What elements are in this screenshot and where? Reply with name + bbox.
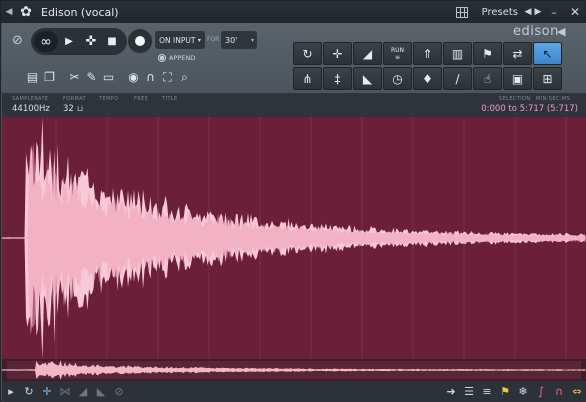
clock-icon[interactable]: ◷ [383,67,412,90]
decay-icon[interactable]: ◣ [353,67,382,90]
export-icon[interactable]: ⊞ [533,67,562,90]
record-icon [135,36,145,46]
list-icon[interactable]: ☰ [460,385,478,398]
edison-window: ◀ ✿ Edison (vocal) Presets ◀ ▶ – ✕ ⊘ ∞ ▶… [0,0,586,402]
rocket-icon[interactable]: ⇑ [413,42,442,65]
marker-plus-icon[interactable]: ⚑ [473,42,502,65]
free-label: FREE [134,96,149,102]
drop-icon[interactable]: ♦ [413,67,442,90]
waveform-display[interactable] [2,117,586,359]
view-icon[interactable]: ◉ [125,70,142,84]
append-label: APPEND [169,54,196,62]
samplerate-value[interactable]: 44100Hz [12,104,50,114]
scrub-button[interactable]: ✜ [80,31,102,52]
curve-icon[interactable]: ∫ [532,385,550,398]
edison-logo: edison [513,24,559,39]
toolbar: ⊘ ∞ ▶ ✜ ■ ON INPUT ▾ FOR 30' ▾ APPEND ▤ ❐… [2,23,586,93]
format-number: 32 [63,104,74,114]
chevron-down-icon: ▾ [197,36,201,44]
cut-icon[interactable]: ✂ [66,70,83,84]
minimize-icon[interactable]: – [543,6,565,19]
next-preset-icon[interactable]: ▶ [533,7,543,17]
speaker-icon[interactable]: ◀ [557,25,565,38]
paste-icon[interactable]: ▭ [100,70,117,84]
ramp-small-icon[interactable]: ◢ [74,385,92,398]
save-icon[interactable]: ▤ [24,70,41,84]
for-label: FOR [207,36,220,43]
snowflake-icon[interactable]: ❄ [514,385,532,398]
transport-controls: ∞ ▶ ✜ ■ [31,28,127,55]
link-small-icon[interactable]: ⊘ [110,385,128,398]
prev-preset-icon[interactable]: ◀ [523,7,533,17]
link-icon[interactable]: ⊘ [12,33,23,48]
tempo-label: TEMPO [99,96,119,102]
align-icon[interactable]: ≡ [478,385,496,398]
run-icon[interactable]: RUN ≡ [383,42,412,65]
swap-icon[interactable]: ⇄ [503,42,532,65]
collapse-arrow-icon[interactable]: ◀ [1,7,17,17]
append-radio[interactable] [158,54,166,62]
magnet-icon[interactable]: ∩ [142,70,159,84]
save-disk-icon[interactable]: ▣ [503,67,532,90]
format-icon: ⊔ [76,104,84,113]
copy-icon[interactable]: ❐ [41,70,58,84]
position-icon[interactable]: ✛ [38,385,56,398]
samplerate-label: SAMPLERATE [12,96,49,102]
scissors-icon[interactable]: ⋔ [293,67,322,90]
chevron-down-icon: ▾ [250,36,254,44]
fade-icon[interactable]: ⋈ [56,385,74,398]
format-value[interactable]: 32 ⊔ [63,104,83,114]
drag-cursor-icon[interactable]: ↖ [533,42,562,65]
tool-grid: ↻ ✛ ◢ RUN ≡ ⇑ ▥ ⚑ ⇄ ↖ ⋔ ‡ ◣ ◷ ♦ ∕ ☝ ▣ ⊞ [293,42,566,93]
format-label: FORMAT [63,96,87,102]
magnet-small-icon[interactable]: ∩ [550,385,568,398]
loop-button[interactable]: ∞ [34,31,58,52]
info-bar: SAMPLERATE 44100Hz FORMAT 32 ⊔ TEMPO FREE… [2,93,586,117]
play-button[interactable]: ▶ [58,31,80,52]
units-label: MIN:SEC:MS [536,96,571,102]
swap-small-icon[interactable]: ⇔ [568,385,586,398]
zoom-icon[interactable]: ⌕ [176,70,193,85]
title-bar[interactable]: ◀ ✿ Edison (vocal) Presets ◀ ▶ – ✕ [1,1,585,23]
append-option[interactable]: APPEND [158,54,195,62]
presets-menu[interactable]: Presets [482,7,518,18]
crosshair-icon[interactable]: ✛ [323,42,352,65]
decay-small-icon[interactable]: ◣ [92,385,110,398]
bottom-toolbar: ▸ ↻ ✛ ⋈ ◢ ◣ ⊘ ➜ ☰ ≡ ⚑ ❄ ∫ ∩ ⇔ [2,381,586,402]
window-title: Edison (vocal) [41,5,119,19]
duration-select[interactable]: 30' ▾ [221,31,257,49]
flag-icon[interactable]: ⚑ [496,385,514,398]
selection-label: SELECTION [499,96,531,102]
stop-button[interactable]: ■ [102,31,122,52]
ramp-icon[interactable]: ◢ [353,42,382,65]
overview-scrollbar[interactable] [2,359,586,381]
record-button[interactable] [128,29,152,53]
gear-icon[interactable]: ✿ [17,4,35,20]
title-label: TITLE [162,96,178,102]
rotate-icon[interactable]: ↻ [293,42,322,65]
grid-icon[interactable] [455,6,468,18]
selection-value[interactable]: 0:000 to 5:717 (5:717) [481,104,578,114]
vertical-lines-icon[interactable]: ‡ [323,67,352,90]
record-mode-value: ON INPUT [159,35,196,45]
duration-value: 30' [225,35,238,45]
spectrum-icon[interactable]: ▥ [443,42,472,65]
tools-icon[interactable]: ✎ [83,70,100,84]
play-small-icon[interactable]: ▸ [2,385,20,398]
edit-tools-row: ▤ ❐ ✂ ✎ ▭ ◉ ∩ ⛶ ⌕ [24,69,193,85]
loop-small-icon[interactable]: ↻ [20,385,38,398]
hand-icon[interactable]: ☝ [473,67,502,90]
close-icon[interactable]: ✕ [565,5,585,19]
arrow-right-icon[interactable]: ➜ [442,385,460,398]
fit-icon[interactable]: ⛶ [159,70,176,85]
leaf-icon[interactable]: ∕ [443,67,472,90]
record-mode-select[interactable]: ON INPUT ▾ [155,31,205,49]
